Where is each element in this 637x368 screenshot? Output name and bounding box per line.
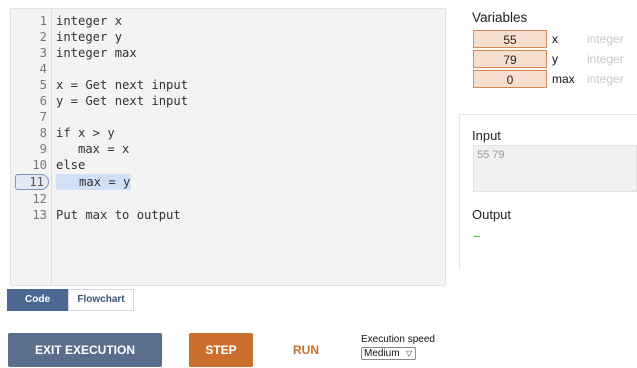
input-field[interactable]: 55 79 bbox=[473, 145, 637, 192]
variable-row-x: 55 x integer bbox=[473, 30, 637, 48]
chevron-down-icon: ▽ bbox=[405, 349, 412, 358]
line-number[interactable]: 4 bbox=[11, 61, 47, 77]
variable-name: x bbox=[552, 32, 558, 46]
code-text: y = Get next input bbox=[56, 94, 189, 108]
variable-name: max bbox=[552, 72, 575, 86]
line-number[interactable]: 13 bbox=[11, 207, 47, 223]
tab-flowchart[interactable]: Flowchart bbox=[68, 289, 134, 311]
input-value: 55 79 bbox=[477, 149, 505, 161]
code-line: 5 x = Get next input bbox=[11, 77, 445, 93]
current-line-marker[interactable]: 11 bbox=[15, 174, 49, 190]
code-line: 7 bbox=[11, 109, 445, 125]
variable-row-max: 0 max integer bbox=[473, 70, 637, 88]
code-text: integer x bbox=[56, 14, 123, 28]
code-line: 13 Put max to output bbox=[11, 207, 445, 223]
line-number[interactable]: 8 bbox=[11, 125, 47, 141]
execution-speed-select[interactable]: Medium ▽ bbox=[361, 347, 416, 360]
line-number[interactable]: 10 bbox=[11, 157, 47, 173]
step-button[interactable]: STEP bbox=[189, 333, 253, 367]
code-text: Put max to output bbox=[56, 208, 181, 222]
code-text: if x > y bbox=[56, 126, 115, 140]
code-line: 12 bbox=[11, 191, 445, 207]
line-number[interactable]: 5 bbox=[11, 77, 47, 93]
code-line: 1 integer x bbox=[11, 13, 445, 29]
execution-speed-label: Execution speed bbox=[361, 334, 435, 345]
variables-title: Variables bbox=[472, 10, 528, 25]
highlighted-code-text: max = y bbox=[56, 174, 132, 190]
line-number[interactable]: 12 bbox=[11, 191, 47, 207]
code-line: 10 else bbox=[11, 157, 445, 173]
line-number[interactable]: 9 bbox=[11, 141, 47, 157]
speed-value: Medium bbox=[364, 348, 400, 359]
line-number[interactable]: 2 bbox=[11, 29, 47, 45]
tab-code[interactable]: Code bbox=[7, 289, 68, 311]
code-line: 9 max = x bbox=[11, 141, 445, 157]
variable-type: integer bbox=[587, 72, 624, 86]
code-text: integer max bbox=[56, 46, 137, 60]
code-line: 3 integer max bbox=[11, 45, 445, 61]
variable-value: 0 bbox=[473, 70, 547, 88]
code-line: 8 if x > y bbox=[11, 125, 445, 141]
line-number[interactable]: 6 bbox=[11, 93, 47, 109]
variable-row-y: 79 y integer bbox=[473, 50, 637, 68]
code-line: 6 y = Get next input bbox=[11, 93, 445, 109]
output-area bbox=[474, 236, 480, 237]
input-label: Input bbox=[472, 128, 501, 143]
code-text: else bbox=[56, 158, 86, 172]
code-line: 4 bbox=[11, 61, 445, 77]
code-text: x = Get next input bbox=[56, 78, 189, 92]
variable-value: 55 bbox=[473, 30, 547, 48]
code-line: 2 integer y bbox=[11, 29, 445, 45]
variable-type: integer bbox=[587, 32, 624, 46]
output-label: Output bbox=[472, 207, 512, 222]
line-number[interactable]: 3 bbox=[11, 45, 47, 61]
code-text: integer y bbox=[56, 30, 123, 44]
code-text: max = x bbox=[56, 142, 130, 156]
line-number[interactable]: 7 bbox=[11, 109, 47, 125]
variable-value: 79 bbox=[473, 50, 547, 68]
variable-name: y bbox=[552, 52, 558, 66]
code-editor[interactable]: 1 integer x 2 integer y 3 integer max 4 … bbox=[10, 8, 446, 286]
variable-type: integer bbox=[587, 52, 624, 66]
current-code-line: 11 max = y bbox=[11, 174, 445, 190]
run-button[interactable]: RUN bbox=[284, 333, 328, 367]
line-number[interactable]: 1 bbox=[11, 13, 47, 29]
exit-execution-button[interactable]: EXIT EXECUTION bbox=[8, 333, 162, 367]
